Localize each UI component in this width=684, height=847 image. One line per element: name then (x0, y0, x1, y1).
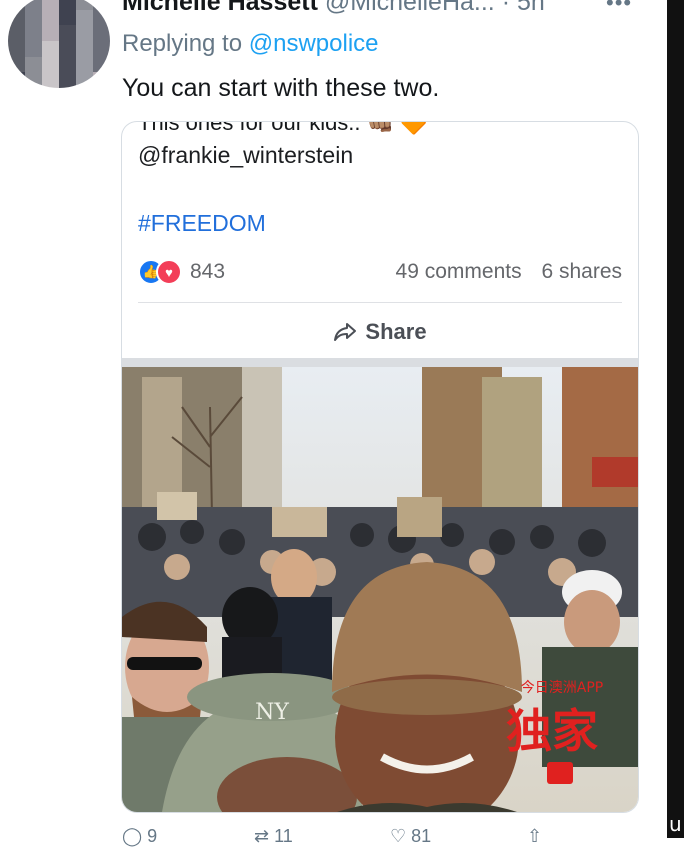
card-separator (122, 358, 638, 367)
avatar-pixel (93, 0, 110, 10)
avatar-pixel (76, 0, 93, 10)
avatar-pixel (59, 56, 76, 73)
avatar-pixel (8, 25, 25, 41)
protest-selfie-photo: NY 今日澳洲APP 独家 (122, 367, 638, 812)
avatar-pixel (93, 25, 110, 41)
avatar-pixel (59, 41, 76, 57)
avatar-pixel (42, 25, 59, 41)
avatar-pixel (42, 41, 59, 57)
replying-mention[interactable]: @nswpolice (249, 30, 379, 57)
avatar-pixel (42, 0, 59, 10)
avatar[interactable] (8, 0, 110, 88)
right-edge-bar: u (667, 0, 684, 838)
avatar-pixel (25, 0, 42, 10)
author-name[interactable]: Michelle Hassett (122, 0, 318, 16)
avatar-pixel (8, 41, 25, 57)
avatar-pixel (25, 72, 42, 88)
card-cut-text: This ones for our kids.. 👊🏽 🔶 (138, 121, 428, 135)
ny-logo: NY (255, 700, 289, 725)
avatar-pixel (25, 25, 42, 41)
avatar-pixel (42, 72, 59, 88)
post-stats: 49 comments 6 shares (396, 260, 622, 284)
share-button: Share (122, 312, 638, 352)
avatar-pixel (59, 72, 76, 88)
card-hashtag: #FREEDOM (138, 210, 266, 236)
retweet-icon[interactable]: ⇄ 11 (254, 826, 293, 847)
tweet-actions: ◯ 9 ⇄ 11 ♡ 81 ⇧ (122, 826, 642, 846)
replying-to: Replying to @nswpolice (122, 30, 379, 58)
avatar-pixel (93, 56, 110, 73)
avatar-pixel (93, 72, 110, 88)
avatar-pixel (76, 56, 93, 73)
avatar-pixel (76, 9, 93, 26)
avatar-pixel (42, 56, 59, 73)
avatar-pixel (8, 56, 25, 73)
watermark-main-text: 独家 (506, 704, 598, 758)
avatar-pixel (76, 72, 93, 88)
like-icon[interactable]: ♡ 81 (390, 826, 431, 847)
avatar-pixel (76, 41, 93, 57)
share-label: Share (365, 319, 427, 344)
tweet-time[interactable]: · 5h (502, 0, 545, 16)
avatar-pixel (76, 25, 93, 41)
avatar-pixel (59, 9, 76, 26)
tweet-header: Michelle Hassett @MichelleHa... · 5h (122, 0, 545, 17)
avatar-pixel (25, 9, 42, 26)
love-icon: ♥ (156, 259, 182, 285)
share-icon[interactable]: ⇧ (527, 826, 542, 847)
replying-prefix: Replying to (122, 30, 243, 57)
shares-count: 6 shares (541, 260, 622, 283)
avatar-pixel (42, 9, 59, 26)
edge-glyph: u (669, 812, 682, 836)
more-horizontal-icon[interactable]: ••• (606, 0, 632, 16)
share-arrow-icon (333, 321, 357, 343)
avatar-pixel (25, 56, 42, 73)
avatar-pixel (59, 25, 76, 41)
reactions: 👍 ♥ 843 (138, 258, 225, 286)
avatar-pixel (59, 0, 76, 10)
author-handle[interactable]: @MichelleHa... (325, 0, 495, 16)
avatar-pixel (25, 41, 42, 57)
avatar-pixel (8, 72, 25, 88)
avatar-pixel (93, 9, 110, 26)
tweet-text: You can start with these two. (122, 74, 440, 102)
embedded-screenshot-card[interactable]: This ones for our kids.. 👊🏽 🔶 @frankie_w… (121, 121, 639, 813)
card-user-mention: @frankie_winterstein (138, 142, 354, 168)
reaction-count: 843 (190, 260, 226, 283)
reply-icon[interactable]: ◯ 9 (122, 826, 157, 847)
avatar-pixel (93, 41, 110, 57)
avatar-pixel (8, 9, 25, 26)
watermark-top-text: 今日澳洲APP (521, 680, 603, 696)
comments-count: 49 comments (395, 260, 522, 283)
avatar-pixel (8, 0, 25, 10)
card-divider (138, 302, 622, 303)
